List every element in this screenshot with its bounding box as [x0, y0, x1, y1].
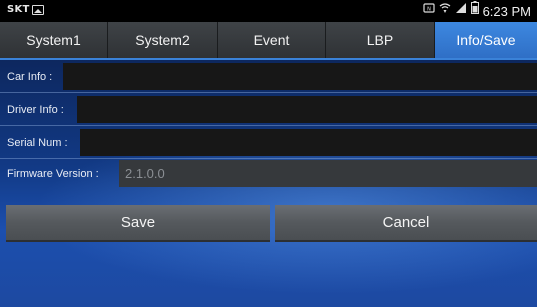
- firmware-version-row: Firmware Version :: [0, 158, 537, 189]
- serial-num-label: Serial Num :: [7, 136, 68, 149]
- serial-num-field[interactable]: [80, 129, 537, 156]
- status-icons: N 6:23 PM: [422, 1, 531, 21]
- car-info-row: Car Info :: [0, 61, 537, 92]
- nfc-icon: N: [422, 2, 435, 21]
- firmware-version-label: Firmware Version :: [7, 167, 99, 180]
- tab-bar-indicator: [0, 58, 537, 60]
- serial-num-row: Serial Num :: [0, 127, 537, 158]
- save-button[interactable]: Save: [6, 205, 270, 242]
- car-info-field[interactable]: [63, 63, 537, 90]
- carrier-label: SKT: [7, 4, 30, 15]
- tab-system1[interactable]: System1: [0, 22, 108, 58]
- tab-lbp[interactable]: LBP: [326, 22, 435, 58]
- svg-text:N: N: [427, 6, 431, 12]
- car-info-label: Car Info :: [7, 70, 53, 83]
- driver-info-field[interactable]: [77, 96, 537, 123]
- divider: [0, 92, 537, 93]
- status-bar: SKT N 6:23 PM: [0, 0, 537, 22]
- status-time: 6:23 PM: [482, 3, 531, 19]
- firmware-version-field: [119, 160, 537, 187]
- divider: [0, 125, 537, 126]
- driver-info-row: Driver Info :: [0, 94, 537, 125]
- signal-icon: [455, 2, 467, 21]
- battery-icon: [470, 1, 479, 21]
- app-screen: SKT N 6:23 PM System1 System2 Event LBP …: [0, 0, 537, 307]
- tab-bar: System1 System2 Event LBP Info/Save: [0, 22, 537, 58]
- driver-info-label: Driver Info :: [7, 103, 64, 116]
- cancel-button[interactable]: Cancel: [275, 205, 537, 242]
- image-icon: [32, 5, 44, 15]
- tab-system2[interactable]: System2: [108, 22, 218, 58]
- tab-event[interactable]: Event: [218, 22, 326, 58]
- tab-info-save[interactable]: Info/Save: [435, 22, 537, 58]
- wifi-icon: [439, 2, 451, 21]
